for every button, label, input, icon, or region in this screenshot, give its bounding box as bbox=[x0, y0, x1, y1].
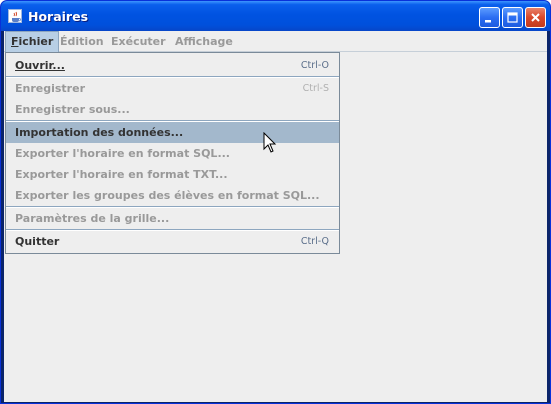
menu-fichier-rest: ichier bbox=[18, 35, 54, 48]
menu-executer-label: Exécuter bbox=[111, 35, 166, 48]
menu-item-accelerator: Ctrl-Q bbox=[300, 236, 329, 247]
menu-item-label: Ouvrir... bbox=[15, 59, 65, 72]
menu-item-label: Enregistrer bbox=[15, 82, 85, 95]
menu-edition-label: Édition bbox=[60, 35, 104, 48]
menu-item-exporter-horaire-txt[interactable]: Exporter l'horaire en format TXT... bbox=[6, 164, 339, 185]
fichier-dropdown-menu: Ouvrir... Ctrl-O Enregistrer Ctrl-S Enre… bbox=[5, 52, 340, 254]
menu-item-parametres-grille[interactable]: Paramètres de la grille... bbox=[6, 208, 339, 229]
menu-executer[interactable]: Exécuter bbox=[106, 31, 171, 52]
application-window: Horaires Fichier Édition Exécuter Affich… bbox=[0, 0, 551, 404]
window-title: Horaires bbox=[28, 9, 89, 24]
menu-item-label: Exporter l'horaire en format SQL... bbox=[15, 147, 230, 160]
menu-item-label: Exporter les groupes des élèves en forma… bbox=[15, 189, 320, 202]
menu-item-exporter-horaire-sql[interactable]: Exporter l'horaire en format SQL... bbox=[6, 143, 339, 164]
menu-item-accelerator: Ctrl-O bbox=[300, 60, 329, 71]
minimize-icon bbox=[485, 20, 491, 23]
close-icon bbox=[531, 13, 540, 22]
mouse-pointer-icon bbox=[263, 132, 277, 153]
menu-item-quitter[interactable]: Quitter Ctrl-Q bbox=[6, 231, 339, 252]
menu-item-ouvrir[interactable]: Ouvrir... Ctrl-O bbox=[6, 55, 339, 76]
menu-item-enregistrer-sous[interactable]: Enregistrer sous... bbox=[6, 99, 339, 120]
menu-item-label: Exporter l'horaire en format TXT... bbox=[15, 168, 228, 181]
menu-item-importation[interactable]: Importation des données... bbox=[6, 122, 339, 143]
java-cup-icon bbox=[8, 9, 22, 23]
maximize-icon bbox=[507, 12, 518, 23]
client-area: Fichier Édition Exécuter Affichage Ouvri… bbox=[4, 31, 547, 402]
menu-edition[interactable]: Édition bbox=[55, 31, 109, 52]
menu-item-accelerator: Ctrl-S bbox=[302, 83, 329, 94]
close-button[interactable] bbox=[525, 7, 546, 28]
minimize-button[interactable] bbox=[479, 7, 500, 28]
title-bar[interactable]: Horaires bbox=[1, 1, 550, 31]
menu-affichage[interactable]: Affichage bbox=[170, 31, 238, 52]
menu-fichier[interactable]: Fichier bbox=[5, 31, 60, 52]
menu-item-label: Paramètres de la grille... bbox=[15, 212, 170, 225]
menu-item-label: Enregistrer sous... bbox=[15, 103, 130, 116]
menu-bar: Fichier Édition Exécuter Affichage bbox=[4, 31, 547, 52]
menu-affichage-label: Affichage bbox=[175, 35, 233, 48]
menu-fichier-mnemonic: F bbox=[11, 35, 19, 48]
menu-item-label: Importation des données... bbox=[15, 126, 184, 139]
menu-item-enregistrer[interactable]: Enregistrer Ctrl-S bbox=[6, 78, 339, 99]
menu-item-label: Quitter bbox=[15, 235, 60, 248]
maximize-button[interactable] bbox=[502, 7, 523, 28]
menu-item-exporter-groupes-sql[interactable]: Exporter les groupes des élèves en forma… bbox=[6, 185, 339, 206]
